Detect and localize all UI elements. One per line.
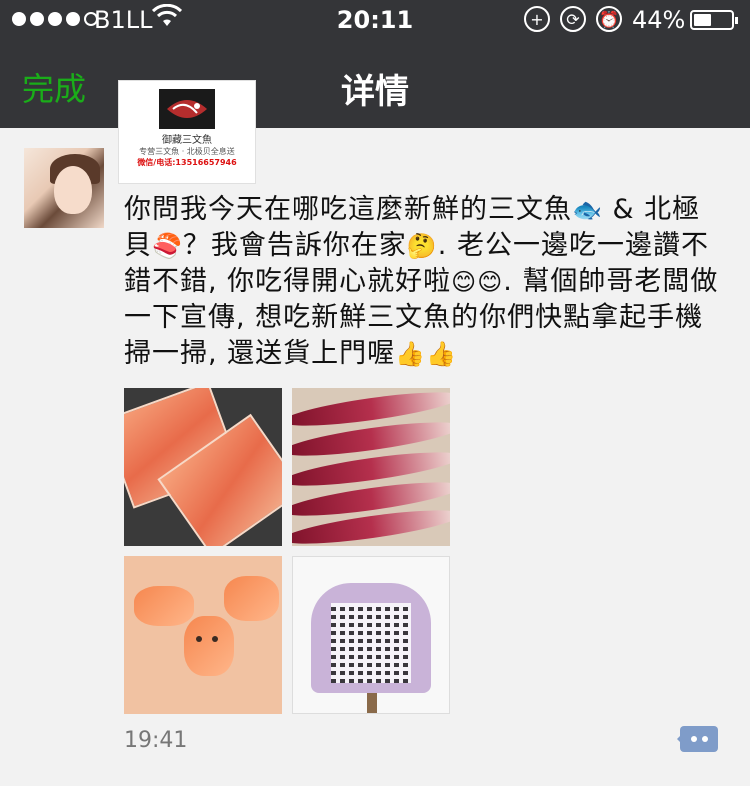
top-bar: B1LL 20:11 + ⟳ ⏰ 44% 完成 详情 — [0, 0, 750, 128]
post-text-part: ？我會告訴你在家 — [182, 230, 407, 261]
battery-percent: 44% — [632, 6, 686, 34]
status-bar: B1LL 20:11 + ⟳ ⏰ 44% — [0, 0, 750, 40]
salmon-slices-photo[interactable] — [124, 388, 282, 546]
plus-circle-icon: + — [524, 6, 550, 32]
shop-name: 御藏三文魚 — [162, 135, 212, 146]
fish-logo-icon — [159, 89, 215, 129]
smiling-emoji-icon: 😊 — [451, 268, 478, 296]
sushi-emoji-icon: 🍣 — [152, 232, 183, 260]
avatar[interactable] — [24, 148, 104, 228]
alarm-icon: ⏰ — [596, 6, 622, 32]
thumbs-up-emoji-icon: 👍 — [426, 340, 457, 368]
scallop-plate-photo[interactable] — [292, 388, 450, 546]
page-title: 详情 — [341, 72, 409, 112]
fish-emoji-icon: 🐟 — [572, 196, 603, 224]
qr-code-icon — [331, 603, 411, 683]
battery-icon — [690, 10, 738, 30]
post-text: 你問我今天在哪吃這麼新鮮的三文魚🐟 & 北極貝🍣？我會告訴你在家🤔. 老公一邊吃… — [124, 192, 724, 372]
rotation-lock-icon: ⟳ — [560, 6, 586, 32]
salmon-chopsticks-photo[interactable] — [124, 556, 282, 714]
post-timestamp: 19:41 — [124, 728, 188, 753]
smiling-emoji-icon: 😊 — [477, 268, 504, 296]
shop-tagline: 专营三文魚 · 北极贝全息送 — [139, 147, 235, 156]
comment-button[interactable] — [677, 726, 718, 752]
shop-phone: 微信/电话:13516657946 — [137, 158, 237, 167]
post-text-part: 你問我今天在哪吃這麼新鮮的三文魚 — [124, 194, 572, 225]
shop-logo-card[interactable]: 御藏三文魚 专营三文魚 · 北极贝全息送 微信/电话:13516657946 — [118, 80, 256, 184]
qr-code-photo[interactable] — [292, 556, 450, 714]
thumbs-up-emoji-icon: 👍 — [395, 340, 427, 368]
thinking-emoji-icon: 🤔 — [406, 232, 438, 260]
